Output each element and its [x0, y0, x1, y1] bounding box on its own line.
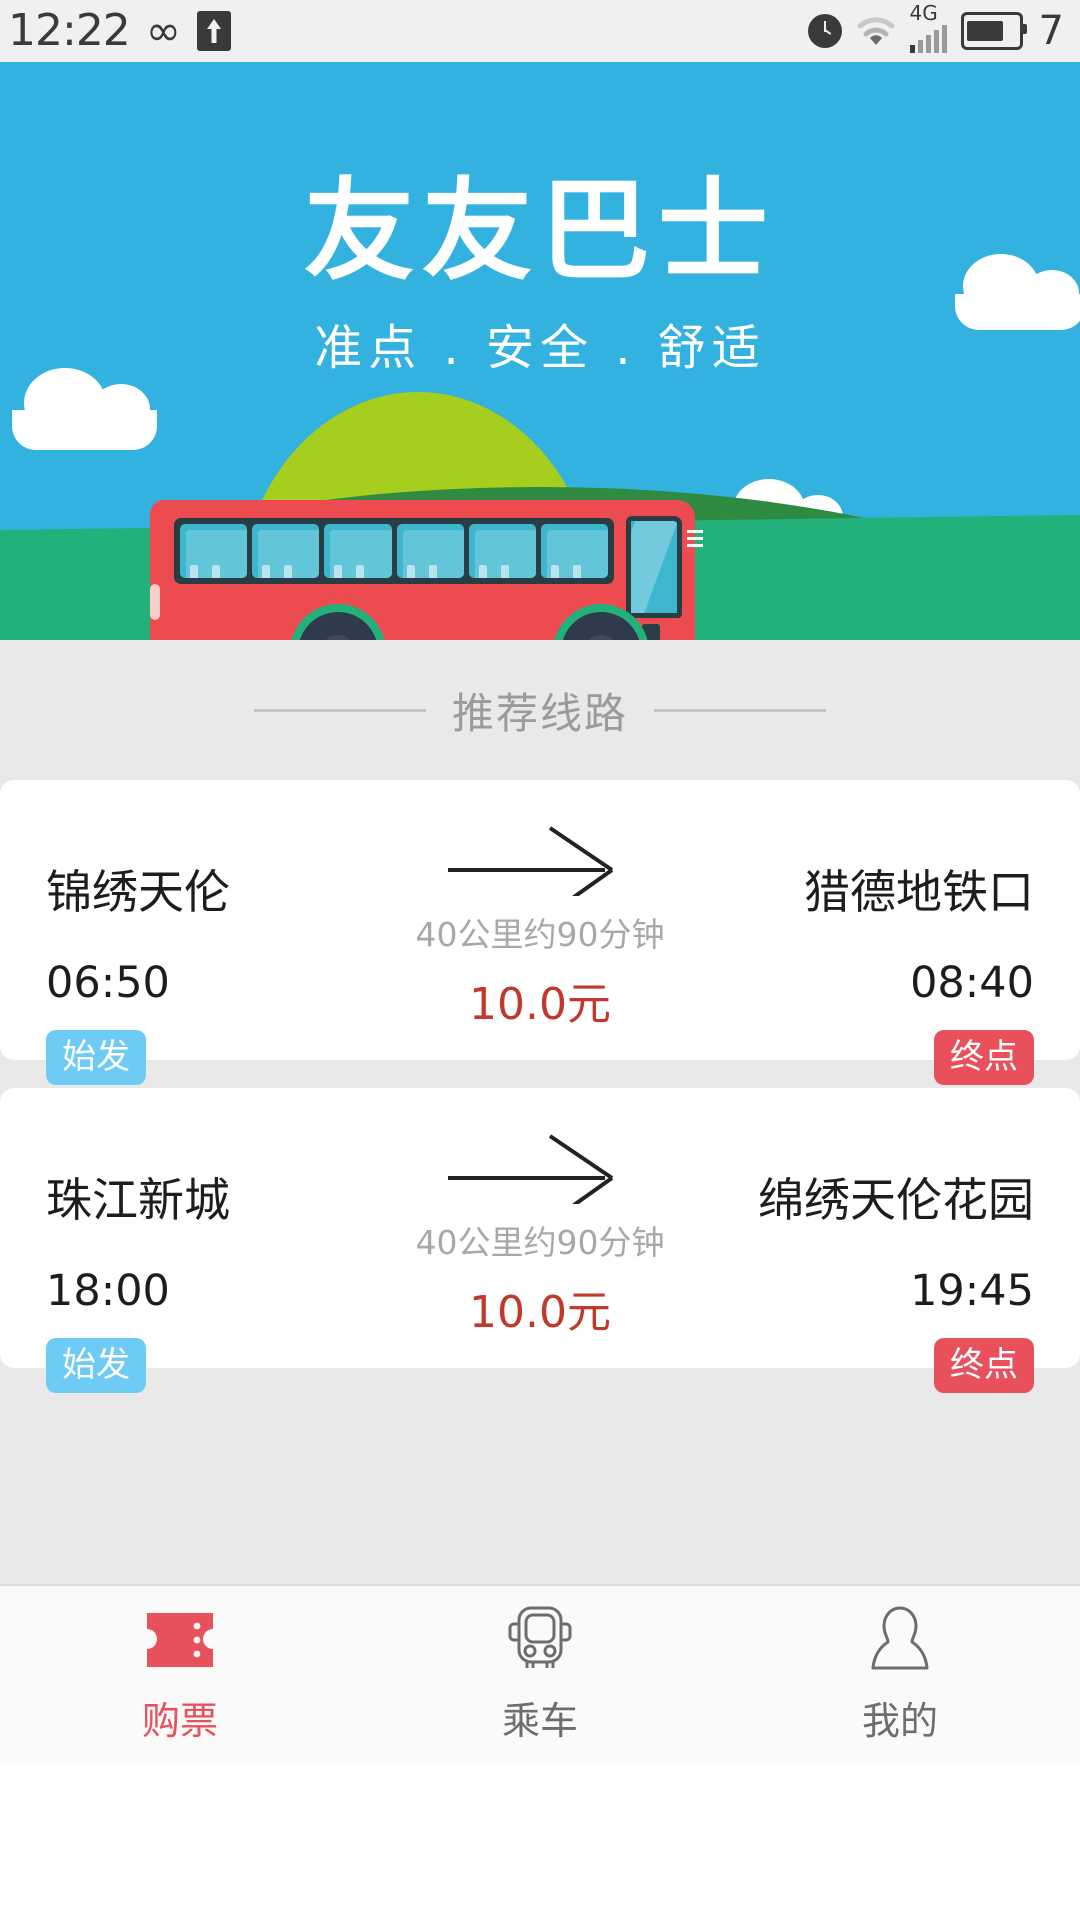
arrow-right-icon [440, 822, 640, 896]
route-card-top-row: 珠江新城 40公里约90分钟 绵绣天伦花园 [0, 1088, 1080, 1264]
status-badge-origin: 始发 [46, 1030, 146, 1085]
main-content: 推荐线路 锦绣天伦 40公里约90分钟 猎德地铁口 06:50 始发 10.0元 [0, 640, 1080, 1761]
app-tagline: 准点 . 安全 . 舒适 [0, 308, 1080, 378]
bus-window [469, 524, 536, 578]
bus-window [180, 524, 247, 578]
section-header-recommended-routes: 推荐线路 [0, 640, 1080, 780]
status-bar: 12:22 ∞ 4G 7 [0, 0, 1080, 62]
divider-right [654, 709, 826, 712]
bus-window [324, 524, 391, 578]
status-badge-destination: 终点 [934, 1030, 1034, 1085]
bus-window [397, 524, 464, 578]
bus-windshield [626, 516, 682, 618]
status-badge-destination: 终点 [934, 1338, 1034, 1393]
ticket-icon [141, 1602, 219, 1678]
bus-window [541, 524, 608, 578]
route-depart-time: 18:00 [46, 1266, 376, 1316]
route-destination: 绵绣天伦花园 [704, 1164, 1034, 1230]
route-distance-duration: 40公里约90分钟 [376, 908, 704, 956]
tab-buy-ticket[interactable]: 购票 [0, 1586, 360, 1761]
bus-icon [502, 1602, 578, 1678]
hero-banner: 友友巴士 准点 . 安全 . 舒适 [0, 62, 1080, 640]
bus-window [252, 524, 319, 578]
route-card[interactable]: 锦绣天伦 40公里约90分钟 猎德地铁口 06:50 始发 10.0元 08:4… [0, 780, 1080, 1060]
status-badge-origin: 始发 [46, 1338, 146, 1393]
route-price-wrap: 10.0元 [376, 1266, 704, 1340]
status-bar-left: 12:22 ∞ [8, 9, 231, 53]
bus-illustration [150, 500, 695, 640]
signal-strength-icon: 4G [910, 9, 947, 53]
arrow-right-icon [440, 1130, 640, 1204]
tab-label-ride: 乘车 [502, 1690, 578, 1745]
route-card-top-row: 锦绣天伦 40公里约90分钟 猎德地铁口 [0, 780, 1080, 956]
wifi-icon [856, 15, 896, 47]
route-destination-column: 19:45 终点 [704, 1266, 1034, 1393]
cloud-icon [12, 410, 157, 450]
status-bar-clock: 12:22 [8, 9, 130, 53]
battery-icon [961, 12, 1023, 50]
route-middle: 40公里约90分钟 [376, 822, 704, 956]
route-origin-column: 06:50 始发 [46, 958, 376, 1085]
route-origin: 锦绣天伦 [46, 856, 376, 922]
route-destination-column: 08:40 终点 [704, 958, 1034, 1085]
status-bar-right: 4G 7 [808, 9, 1064, 53]
infinity-icon: ∞ [146, 10, 181, 52]
person-icon [864, 1602, 936, 1678]
route-price: 10.0元 [376, 968, 704, 1032]
route-price: 10.0元 [376, 1276, 704, 1340]
section-title: 推荐线路 [452, 680, 628, 741]
route-origin: 珠江新城 [46, 1164, 376, 1230]
route-arrive-time: 19:45 [704, 1266, 1034, 1316]
route-origin-column: 18:00 始发 [46, 1266, 376, 1393]
route-card-bottom-row: 06:50 始发 10.0元 08:40 终点 [0, 956, 1080, 1085]
route-depart-time: 06:50 [46, 958, 376, 1008]
route-card[interactable]: 珠江新城 40公里约90分钟 绵绣天伦花园 18:00 始发 10.0元 19:… [0, 1088, 1080, 1368]
alarm-clock-icon [808, 14, 842, 48]
tab-profile[interactable]: 我的 [720, 1586, 1080, 1761]
route-card-bottom-row: 18:00 始发 10.0元 19:45 终点 [0, 1264, 1080, 1393]
tab-label-buy-ticket: 购票 [142, 1690, 218, 1745]
tab-ride[interactable]: 乘车 [360, 1586, 720, 1761]
bus-windows [174, 518, 614, 584]
bus-door-lines [687, 530, 703, 552]
network-type-label: 4G [910, 3, 938, 23]
battery-percent-label: 7 [1039, 11, 1064, 51]
route-distance-duration: 40公里约90分钟 [376, 1216, 704, 1264]
tab-label-profile: 我的 [862, 1690, 938, 1745]
divider-left [254, 709, 426, 712]
route-middle: 40公里约90分钟 [376, 1130, 704, 1264]
app-title: 友友巴士 [0, 174, 1080, 290]
brand-block: 友友巴士 准点 . 安全 . 舒适 [0, 174, 1080, 378]
route-arrive-time: 08:40 [704, 958, 1034, 1008]
route-price-wrap: 10.0元 [376, 958, 704, 1032]
upload-icon [197, 11, 231, 51]
bus-mirror [150, 584, 160, 620]
bottom-tab-bar: 购票 乘车 [0, 1584, 1080, 1761]
route-destination: 猎德地铁口 [704, 856, 1034, 922]
